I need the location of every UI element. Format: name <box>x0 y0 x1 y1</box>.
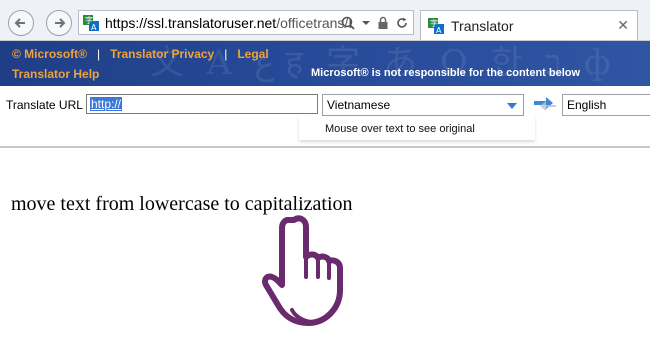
search-icon[interactable] <box>341 16 355 30</box>
target-language-select[interactable]: English <box>562 94 650 116</box>
translator-banner: 文 A ع ह 字 あ Ω 한 ב ф © Microsoft® | Transla… <box>0 41 650 86</box>
disclaimer-text: Microsoft® is not responsible for the co… <box>311 67 581 79</box>
url-input[interactable]: http:// <box>86 94 318 114</box>
translator-icon: 字 A <box>428 18 444 35</box>
mouseover-hint-text: Mouse over text to see original <box>325 123 475 135</box>
separator: | <box>224 47 228 61</box>
target-language-value: English <box>567 98 607 112</box>
dropdown-icon[interactable] <box>361 16 371 30</box>
translate-url-label: Translate URL <box>6 98 83 112</box>
help-link[interactable]: Translator Help <box>12 67 99 81</box>
privacy-link[interactable]: Translator Privacy <box>110 47 214 61</box>
tab-translator[interactable]: 字 A Translator ✕ <box>420 10 638 40</box>
lock-icon[interactable] <box>377 16 389 30</box>
forward-button[interactable] <box>46 10 72 36</box>
source-language-select[interactable]: Vietnamese <box>322 94 524 116</box>
svg-text:A: A <box>91 23 97 32</box>
url-input-value: http:// <box>90 97 123 111</box>
refresh-icon[interactable] <box>395 16 409 30</box>
translate-toolbar: Translate URL http:// Vietnamese English… <box>0 86 650 146</box>
divider <box>0 146 650 148</box>
url-text: https://ssl.translatoruser.net/officetra… <box>105 15 351 31</box>
svg-text:A: A <box>436 26 442 35</box>
chevron-down-icon <box>507 103 517 109</box>
back-button[interactable] <box>8 10 34 36</box>
pointing-hand-icon <box>261 215 343 326</box>
separator: | <box>97 47 101 61</box>
translator-icon: 字 A <box>83 15 99 32</box>
microsoft-link[interactable]: © Microsoft® <box>12 47 87 61</box>
forward-icon <box>55 18 66 28</box>
legal-link[interactable]: Legal <box>237 47 268 61</box>
swap-languages-icon[interactable] <box>532 96 558 112</box>
close-tab-icon[interactable]: ✕ <box>617 17 629 34</box>
mouseover-hint: Mouse over text to see original <box>299 116 535 140</box>
address-bar[interactable]: 字 A https://ssl.translatoruser.net/offic… <box>78 10 414 35</box>
browser-chrome: 字 A https://ssl.translatoruser.net/offic… <box>0 0 650 41</box>
back-icon <box>14 18 25 28</box>
source-language-value: Vietnamese <box>327 98 391 112</box>
tab-title: Translator <box>451 18 514 34</box>
